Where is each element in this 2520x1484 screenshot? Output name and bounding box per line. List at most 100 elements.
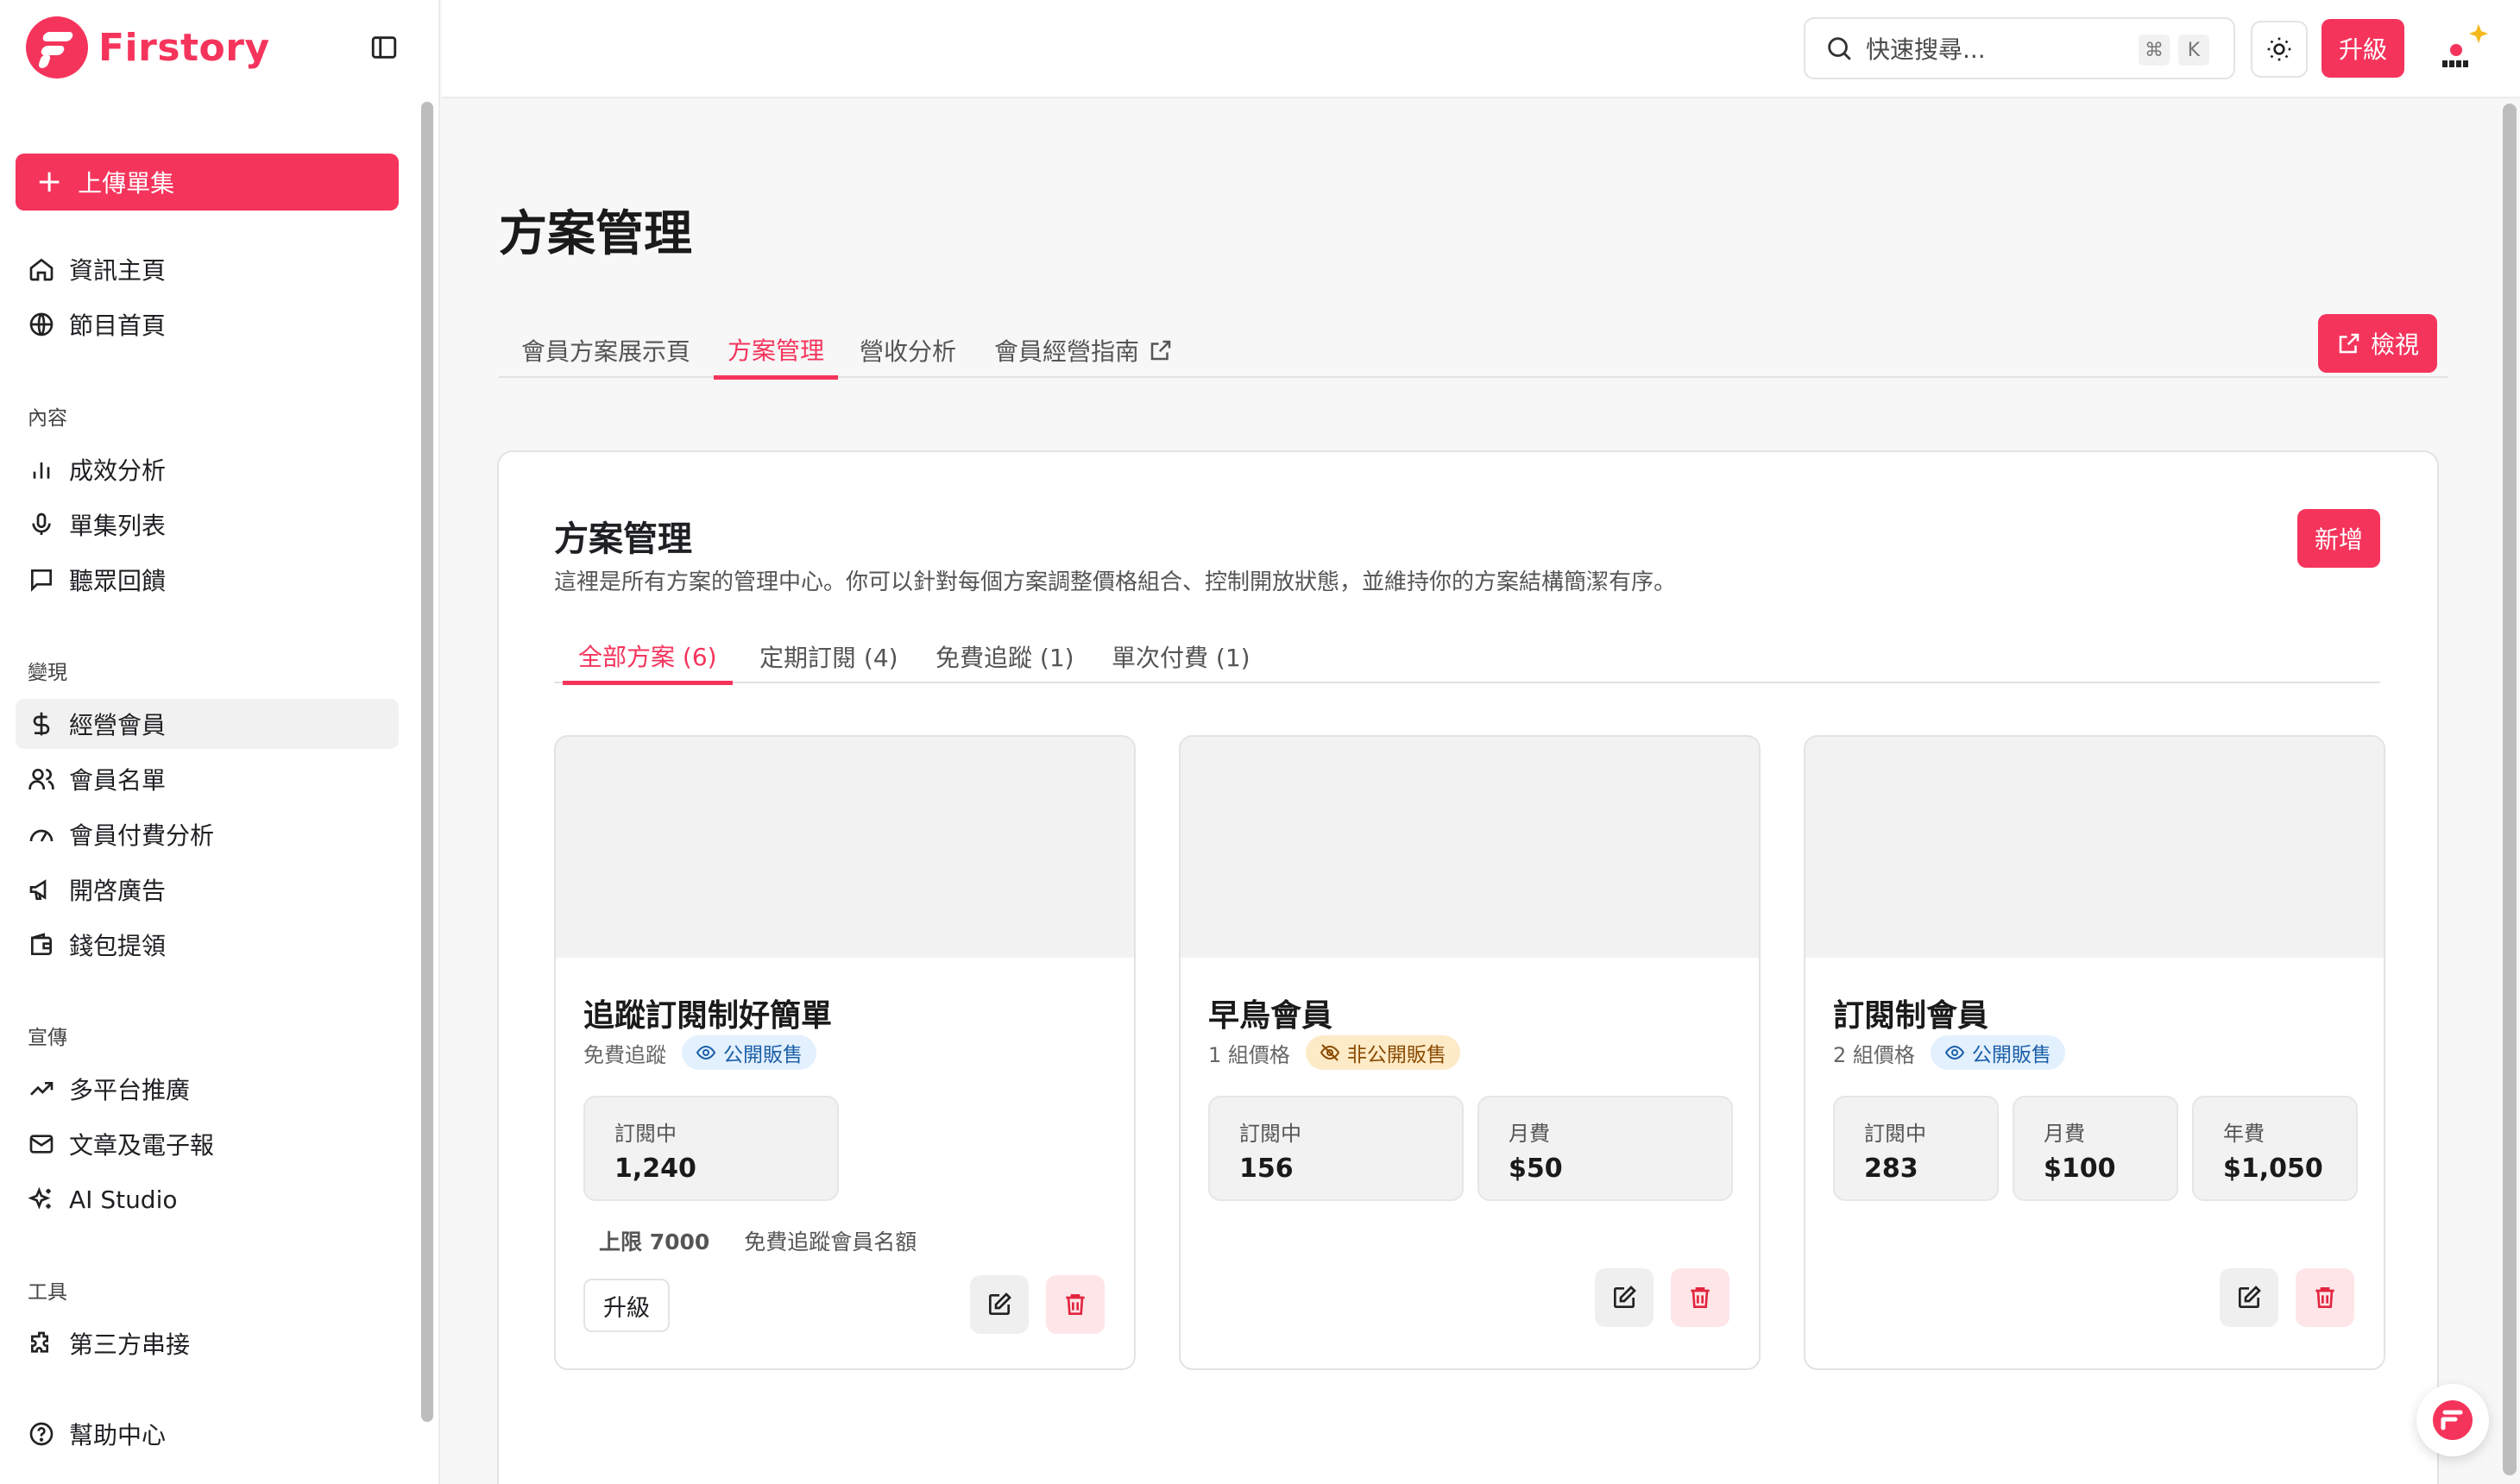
mail-icon xyxy=(29,1135,54,1154)
filter-subscription[interactable]: 定期訂閱 (4) xyxy=(744,630,914,683)
stat-value: $100 xyxy=(2044,1154,2116,1184)
shortcut-key-k: K xyxy=(2178,35,2209,66)
sidebar-toggle-icon[interactable] xyxy=(369,33,399,62)
sidebar-item-analytics[interactable]: 成效分析 xyxy=(16,444,399,494)
plan-card[interactable]: 訂閱制會員 2 組價格 公開販售 訂閱中 283 月費 $100 年費 $1,0… xyxy=(1804,735,2385,1370)
stat-label: 訂閱中 xyxy=(1239,1122,1301,1146)
edit-icon xyxy=(1614,1286,1636,1308)
section-title-promote: 宣傳 xyxy=(28,1027,67,1049)
stat-subscribers: 訂閱中 1,240 xyxy=(583,1096,839,1201)
tab-plan-management[interactable]: 方案管理 xyxy=(714,323,839,380)
dollar-icon xyxy=(33,712,50,736)
shortcut-key-cmd: ⌘ xyxy=(2139,35,2170,66)
sidebar-item-multi-platform[interactable]: 多平台推廣 xyxy=(16,1064,399,1114)
sidebar-item-help-center[interactable]: 幫助中心 xyxy=(16,1409,399,1459)
sidebar-item-integrations[interactable]: 第三方串接 xyxy=(16,1318,399,1368)
help-circle-icon xyxy=(29,1422,54,1446)
sidebar-item-ads[interactable]: 開啓廣告 xyxy=(16,865,399,915)
firstory-chat-icon xyxy=(2433,1400,2473,1440)
member-limit-text: 免費追蹤會員名額 xyxy=(744,1229,917,1254)
plan-meta: 1 組價格 非公開販售 xyxy=(1208,1035,1460,1070)
firstory-logo[interactable]: Firstory xyxy=(26,16,270,79)
add-plan-button[interactable]: 新增 xyxy=(2297,509,2380,568)
plan-name: 訂閱制會員 xyxy=(1833,998,1989,1034)
sidebar-item-label: 錢包提領 xyxy=(69,932,167,960)
sidebar-item-member-list[interactable]: 會員名單 xyxy=(16,754,399,804)
section-title-content: 內容 xyxy=(28,407,67,430)
edit-icon xyxy=(989,1292,1011,1315)
eye-off-icon xyxy=(1320,1044,1340,1061)
avatar[interactable] xyxy=(2430,17,2494,81)
plus-icon: + xyxy=(36,164,63,199)
sidebar-item-episodes[interactable]: 單集列表 xyxy=(16,500,399,550)
home-icon xyxy=(29,258,54,281)
plan-card[interactable]: 早鳥會員 1 組價格 非公開販售 訂閱中 156 月費 $50 xyxy=(1179,735,1761,1370)
edit-plan-button[interactable] xyxy=(1595,1268,1654,1327)
view-button[interactable]: 檢視 xyxy=(2318,314,2437,373)
stat-subscribers: 訂閱中 156 xyxy=(1208,1096,1464,1201)
plan-cover-image xyxy=(1805,737,2384,958)
gauge-icon xyxy=(29,829,54,842)
plan-name: 追蹤訂閱制好簡單 xyxy=(583,998,833,1034)
sidebar-item-label: 經營會員 xyxy=(69,711,167,739)
delete-plan-button[interactable] xyxy=(2296,1268,2354,1327)
help-chat-button[interactable] xyxy=(2416,1384,2489,1456)
status-badge-label: 公開販售 xyxy=(723,1044,803,1066)
sidebar-item-show-home[interactable]: 節目首頁 xyxy=(16,299,399,349)
filter-all-plans[interactable]: 全部方案 (6) xyxy=(563,630,733,685)
plan-filter-tabs: 全部方案 (6) 定期訂閱 (4) 免費追蹤 (1) 單次付費 (1) xyxy=(554,630,2380,685)
sun-icon xyxy=(2267,37,2291,61)
filter-free-follow[interactable]: 免費追蹤 (1) xyxy=(920,630,1090,683)
member-limit: 上限 7000 免費追蹤會員名額 xyxy=(599,1225,917,1256)
stat-value: $1,050 xyxy=(2223,1154,2323,1184)
upgrade-button[interactable]: 升級 xyxy=(2322,19,2404,78)
plan-cover-image xyxy=(556,737,1134,958)
tab-plan-showcase[interactable]: 會員方案展示頁 xyxy=(507,323,704,378)
sidebar-item-newsletter[interactable]: 文章及電子報 xyxy=(16,1119,399,1169)
delete-plan-button[interactable] xyxy=(1671,1268,1729,1327)
plan-type: 免費追蹤 xyxy=(583,1042,666,1067)
search-input[interactable]: 快速搜尋... ⌘ K xyxy=(1804,17,2235,79)
main-scrollbar[interactable] xyxy=(2503,104,2517,1475)
section-title-tools: 工具 xyxy=(28,1281,67,1304)
plan-price-count: 1 組價格 xyxy=(1208,1042,1290,1067)
upload-episode-button[interactable]: + 上傳單集 xyxy=(16,154,399,211)
theme-toggle-button[interactable] xyxy=(2251,21,2308,78)
sidebar-item-ai-studio[interactable]: AI Studio xyxy=(16,1174,399,1224)
sidebar-item-label: 文章及電子報 xyxy=(69,1131,215,1160)
status-badge: 公開販售 xyxy=(682,1035,816,1070)
stat-value: 156 xyxy=(1239,1154,1294,1184)
message-icon xyxy=(31,569,52,592)
stat-label: 年費 xyxy=(2223,1122,2265,1146)
delete-plan-button[interactable] xyxy=(1046,1275,1105,1334)
plan-card[interactable]: 追蹤訂閱制好簡單 免費追蹤 公開販售 訂閱中 1,240 上限 7000 免費追… xyxy=(554,735,1136,1370)
bar-chart-icon xyxy=(33,462,50,479)
sidebar-item-membership[interactable]: 經營會員 xyxy=(16,699,399,749)
page-title: 方案管理 xyxy=(499,206,692,262)
sidebar-item-label: 單集列表 xyxy=(69,512,167,540)
trash-icon xyxy=(2315,1287,2334,1308)
sidebar-item-label: AI Studio xyxy=(69,1185,178,1214)
stat-monthly-price: 月費 $50 xyxy=(1477,1096,1733,1201)
plan-upgrade-button[interactable]: 升級 xyxy=(583,1279,670,1332)
main-content: 方案管理 會員方案展示頁 方案管理 營收分析 會員經營指南 檢視 方案管理 這裡… xyxy=(442,100,2496,1484)
tab-membership-guide-label: 會員經營指南 xyxy=(994,337,1140,366)
stat-label: 訂閱中 xyxy=(1864,1122,1926,1146)
sidebar-item-dashboard[interactable]: 資訊主頁 xyxy=(16,244,399,294)
edit-icon xyxy=(2239,1286,2261,1308)
status-badge-label: 非公開販售 xyxy=(1346,1044,1446,1066)
sidebar-item-wallet[interactable]: 錢包提領 xyxy=(16,920,399,970)
stat-subscribers: 訂閱中 283 xyxy=(1833,1096,1999,1201)
tab-membership-guide[interactable]: 會員經營指南 xyxy=(980,323,1188,378)
sidebar-item-payment-analytics[interactable]: 會員付費分析 xyxy=(16,809,399,859)
search-icon xyxy=(1828,37,1851,60)
sidebar-item-feedback[interactable]: 聽眾回饋 xyxy=(16,555,399,605)
section-title-monetize: 變現 xyxy=(28,662,67,684)
sidebar-item-label: 資訊主頁 xyxy=(69,256,167,285)
tab-revenue-analytics[interactable]: 營收分析 xyxy=(846,323,970,378)
trash-icon xyxy=(1066,1294,1085,1315)
filter-one-time[interactable]: 單次付費 (1) xyxy=(1096,630,1266,683)
edit-plan-button[interactable] xyxy=(970,1275,1029,1334)
edit-plan-button[interactable] xyxy=(2220,1268,2278,1327)
sidebar-scrollbar[interactable] xyxy=(421,102,433,1422)
